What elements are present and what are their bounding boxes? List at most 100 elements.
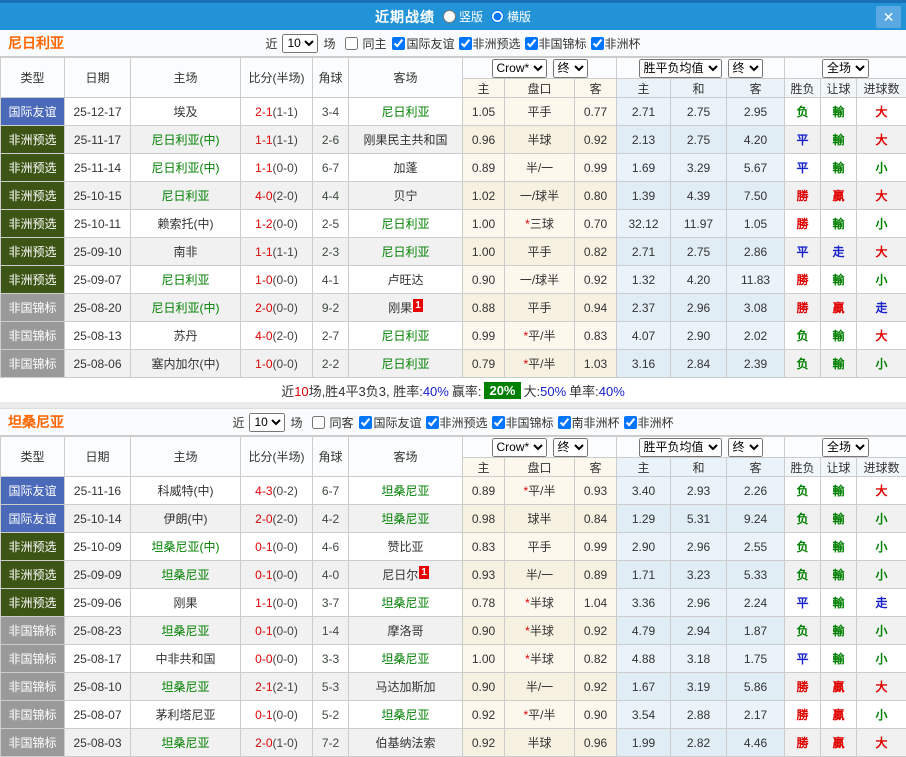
avg-draw-cell: 4.20 [671, 266, 727, 294]
handicap-result-cell: 贏 [821, 701, 857, 729]
match-count-select[interactable]: 10 [282, 34, 318, 53]
odds-stage-select[interactable]: 终 [553, 59, 588, 78]
handicap-result-cell: 贏 [821, 673, 857, 701]
corner-cell: 4-4 [313, 182, 349, 210]
competition-filter[interactable]: 南非洲杯 [554, 414, 620, 431]
layout-option-horizontal[interactable]: 横版 [491, 8, 531, 25]
competition-type-badge: 非国锦标 [1, 617, 65, 645]
fullmatch-select[interactable]: 全场 [822, 438, 869, 457]
competition-filter[interactable]: 非洲预选 [422, 414, 488, 431]
same-home-filter[interactable]: 同主 [337, 35, 386, 52]
avg-home-cell: 4.07 [617, 322, 671, 350]
competition-type-badge: 非洲预选 [1, 589, 65, 617]
table-row: 非国锦标25-08-03坦桑尼亚2-0(1-0)7-2伯基纳法索0.92半球0.… [1, 729, 906, 757]
layout-option-vertical[interactable]: 竖版 [443, 8, 483, 25]
date-cell: 25-09-10 [65, 238, 131, 266]
avg-stage-select[interactable]: 终 [728, 59, 763, 78]
avg-type-select[interactable]: 胜平负均值 [639, 438, 722, 457]
competition-filter[interactable]: 国际友谊 [388, 35, 454, 52]
handicap-result-cell: 贏 [821, 294, 857, 322]
avg-home-cell: 3.40 [617, 477, 671, 505]
same-away-filter[interactable]: 同客 [304, 414, 353, 431]
date-cell: 25-08-23 [65, 617, 131, 645]
goals-total-cell: 小 [857, 505, 906, 533]
competition-checkbox[interactable] [459, 37, 472, 50]
result-cell: 负 [785, 322, 821, 350]
competition-type-badge: 非洲预选 [1, 182, 65, 210]
competition-filter[interactable]: 非国锦标 [488, 414, 554, 431]
corner-cell: 5-2 [313, 701, 349, 729]
same-home-checkbox[interactable] [345, 37, 358, 50]
avg-away-cell: 11.83 [727, 266, 785, 294]
avg-draw-cell: 11.97 [671, 210, 727, 238]
sub-odds-away: 客 [575, 79, 617, 98]
odds-home-cell: 0.90 [463, 673, 505, 701]
date-cell: 25-08-10 [65, 673, 131, 701]
avg-stage-select[interactable]: 终 [728, 438, 763, 457]
corner-cell: 2-5 [313, 210, 349, 238]
date-cell: 25-09-09 [65, 561, 131, 589]
sub-odds-home: 主 [463, 79, 505, 98]
same-away-checkbox[interactable] [312, 416, 325, 429]
competition-filter[interactable]: 非洲预选 [455, 35, 521, 52]
away-team: 摩洛哥 [349, 617, 463, 645]
result-cell: 负 [785, 561, 821, 589]
competition-checkbox[interactable] [558, 416, 571, 429]
handicap-result-cell: 輸 [821, 126, 857, 154]
competition-checkbox[interactable] [492, 416, 505, 429]
bookmaker-select[interactable]: Crow* [492, 59, 547, 78]
avg-draw-cell: 2.82 [671, 729, 727, 757]
competition-checkbox[interactable] [525, 37, 538, 50]
competition-type-badge: 非国锦标 [1, 701, 65, 729]
competition-checkbox[interactable] [591, 37, 604, 50]
record-summary: 近10场,胜4平3负3, 胜率:40% 赢率: 20% 大:50% 单率:40% [0, 378, 906, 402]
date-cell: 25-08-07 [65, 701, 131, 729]
handicap-result-cell: 輸 [821, 505, 857, 533]
sub-goals: 进球数 [857, 79, 906, 98]
competition-filter[interactable]: 非洲杯 [620, 414, 674, 431]
competition-checkbox[interactable] [624, 416, 637, 429]
horizontal-radio[interactable] [491, 10, 504, 23]
handicap-cell: *三球 [505, 210, 575, 238]
match-count-select[interactable]: 10 [249, 413, 285, 432]
bookmaker-select[interactable]: Crow* [492, 438, 547, 457]
competition-checkbox[interactable] [359, 416, 372, 429]
table-row: 非洲预选25-09-10南非1-1(1-1)2-3尼日利亚1.00平手0.822… [1, 238, 906, 266]
result-cell: 勝 [785, 294, 821, 322]
competition-type-badge: 非国锦标 [1, 350, 65, 378]
away-team: 尼日利亚 [349, 322, 463, 350]
goals-total-cell: 走 [857, 589, 906, 617]
result-cell: 负 [785, 533, 821, 561]
avg-draw-cell: 2.75 [671, 238, 727, 266]
competition-type-badge: 非洲预选 [1, 533, 65, 561]
sub-goals: 进球数 [857, 458, 906, 477]
competition-filter[interactable]: 国际友谊 [355, 414, 421, 431]
goals-total-cell: 小 [857, 617, 906, 645]
competition-filter[interactable]: 非洲杯 [587, 35, 641, 52]
vertical-radio[interactable] [443, 10, 456, 23]
competition-filter[interactable]: 非国锦标 [521, 35, 587, 52]
avg-home-cell: 2.13 [617, 126, 671, 154]
close-icon[interactable]: ✕ [876, 6, 901, 28]
sub-result: 胜负 [785, 79, 821, 98]
avg-draw-cell: 2.90 [671, 322, 727, 350]
away-team: 马达加斯加 [349, 673, 463, 701]
avg-type-select[interactable]: 胜平负均值 [639, 59, 722, 78]
avg-draw-cell: 3.18 [671, 645, 727, 673]
winrate-badge: 20% [484, 382, 520, 399]
avg-home-cell: 4.79 [617, 617, 671, 645]
goals-total-cell: 大 [857, 477, 906, 505]
competition-type-badge: 非国锦标 [1, 294, 65, 322]
away-team: 卢旺达 [349, 266, 463, 294]
odds-stage-select[interactable]: 终 [553, 438, 588, 457]
competition-checkbox[interactable] [426, 416, 439, 429]
competition-checkbox[interactable] [392, 37, 405, 50]
score-cell: 4-0(2-0) [241, 322, 313, 350]
away-team: 加蓬 [349, 154, 463, 182]
handicap-cell: 球半 [505, 505, 575, 533]
fullmatch-select[interactable]: 全场 [822, 59, 869, 78]
odds-away-cell: 0.96 [575, 729, 617, 757]
away-team: 赞比亚 [349, 533, 463, 561]
date-cell: 25-08-06 [65, 350, 131, 378]
away-team: 尼日利亚 [349, 238, 463, 266]
